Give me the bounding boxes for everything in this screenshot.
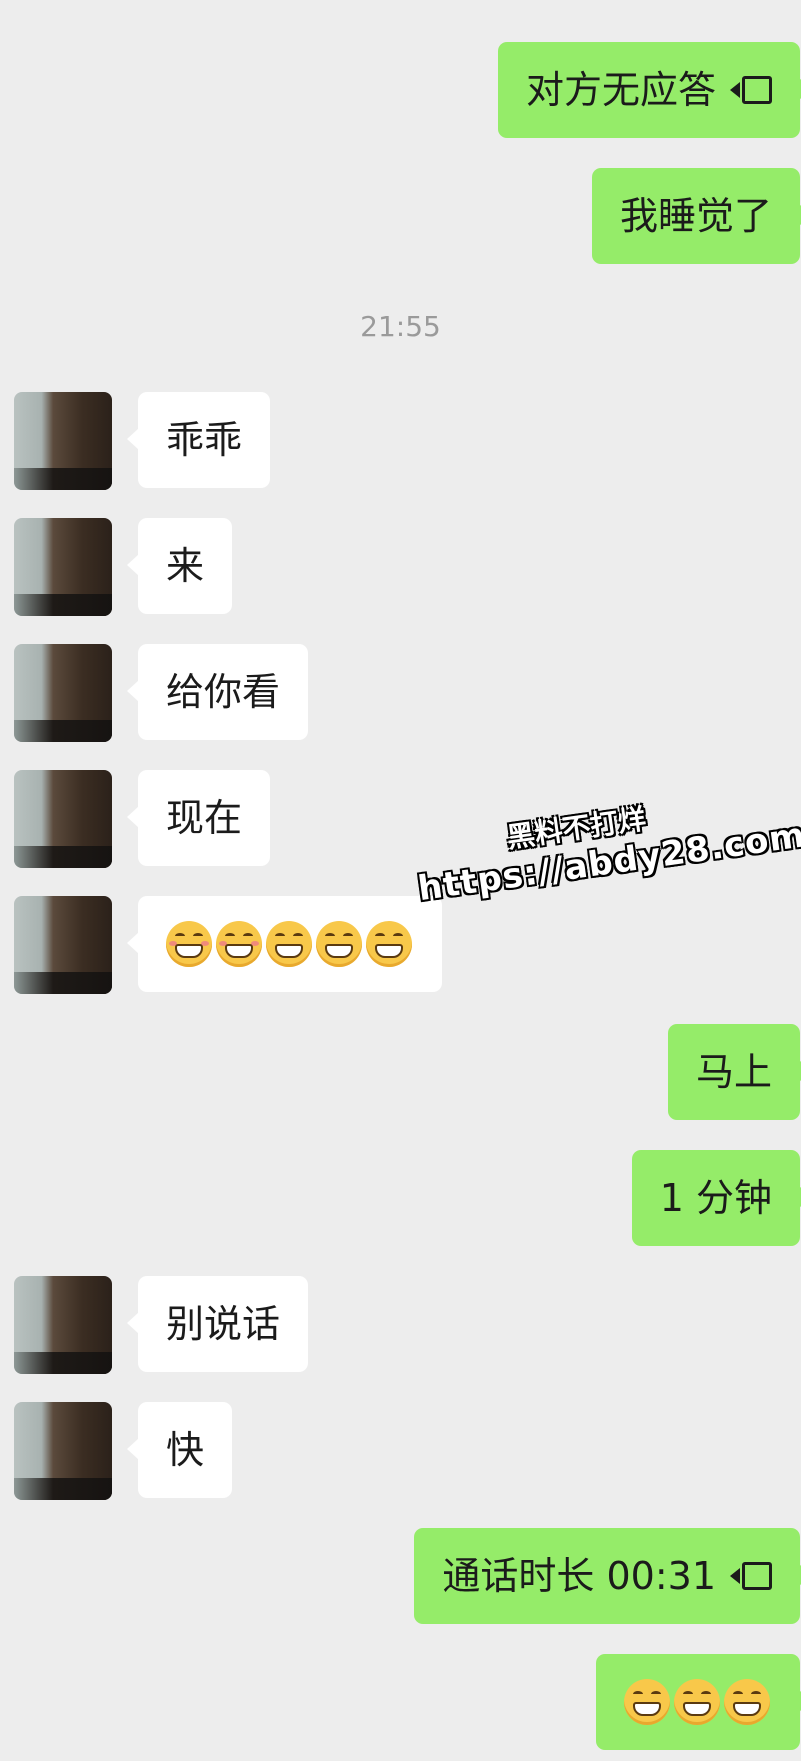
message-row: [0, 1654, 801, 1752]
message-text: 通话时长 00:31: [442, 1554, 716, 1598]
avatar[interactable]: [14, 896, 112, 994]
received-bubble[interactable]: 别说话: [126, 1276, 309, 1372]
message-row: 快: [0, 1402, 801, 1500]
avatar[interactable]: [14, 644, 112, 742]
timestamp: 21:55: [360, 310, 441, 343]
received-bubble[interactable]: 现在: [126, 770, 271, 866]
received-bubble[interactable]: 乖乖: [126, 392, 271, 488]
video-call-icon: [730, 1562, 772, 1590]
grin-emoji-icon: [266, 921, 312, 967]
sent-bubble[interactable]: 马上: [667, 1024, 801, 1120]
message-row: 现在: [0, 770, 801, 868]
message-text: 别说话: [166, 1302, 281, 1346]
message-text: 我睡觉了: [619, 194, 772, 238]
message-row: 乖乖: [0, 392, 801, 490]
grimace-emoji-icon: [166, 921, 212, 967]
received-bubble[interactable]: 快: [126, 1402, 233, 1498]
sent-bubble[interactable]: [596, 1654, 801, 1750]
message-row: 给你看: [0, 644, 801, 742]
message-row: 来: [0, 518, 801, 616]
avatar[interactable]: [14, 392, 112, 490]
message-row: 1 分钟: [0, 1150, 801, 1248]
message-row: 通话时长 00:31: [0, 1528, 801, 1626]
grimace-emoji-icon: [624, 1679, 670, 1725]
message-text: 给你看: [166, 670, 281, 714]
grimace-emoji-icon: [216, 921, 262, 967]
received-bubble[interactable]: 来: [126, 518, 233, 614]
grimace-emoji-icon: [674, 1679, 720, 1725]
sent-bubble[interactable]: 1 分钟: [631, 1150, 801, 1246]
message-text: 1 分钟: [659, 1176, 772, 1220]
avatar[interactable]: [14, 518, 112, 616]
sent-bubble[interactable]: 对方无应答: [497, 42, 801, 138]
message-text: 快: [166, 1428, 205, 1472]
message-text: 乖乖: [166, 418, 243, 462]
message-row: [0, 896, 801, 994]
received-bubble[interactable]: [127, 896, 442, 992]
message-text: 马上: [695, 1050, 772, 1094]
message-text: 现在: [166, 796, 243, 840]
grimace-emoji-icon: [724, 1679, 770, 1725]
received-bubble[interactable]: 给你看: [126, 644, 309, 740]
video-call-icon: [730, 76, 772, 104]
message-row: 别说话: [0, 1276, 801, 1374]
message-row: 我睡觉了: [0, 168, 801, 266]
avatar[interactable]: [14, 1276, 112, 1374]
message-row: 对方无应答: [0, 42, 801, 140]
message-row: 马上: [0, 1024, 801, 1122]
message-text: 来: [166, 544, 205, 588]
sent-bubble[interactable]: 通话时长 00:31: [414, 1528, 801, 1624]
message-text: 对方无应答: [525, 68, 716, 112]
sent-bubble[interactable]: 我睡觉了: [591, 168, 801, 264]
grin-emoji-icon: [316, 921, 362, 967]
grin-emoji-icon: [366, 921, 412, 967]
avatar[interactable]: [14, 770, 112, 868]
avatar[interactable]: [14, 1402, 112, 1500]
